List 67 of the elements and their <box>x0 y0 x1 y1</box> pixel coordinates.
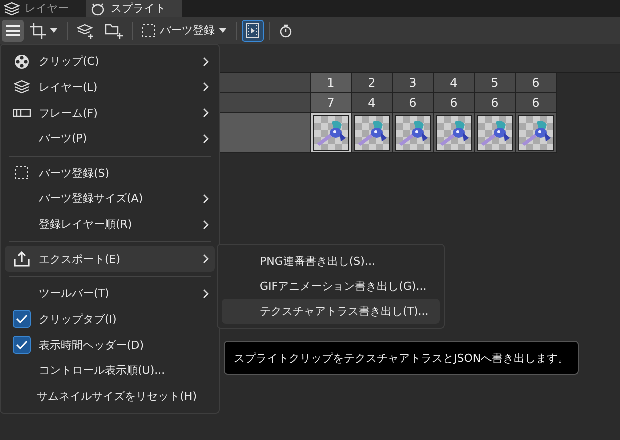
timer-icon <box>279 24 293 38</box>
chevron-icon <box>203 220 209 230</box>
menu-icon <box>6 24 20 36</box>
menu-item[interactable]: レイヤー(L) <box>5 74 215 100</box>
menu-item[interactable]: ツールバー(T) <box>5 280 215 307</box>
selection-icon <box>142 24 156 38</box>
frame-duration: 6 <box>516 93 557 113</box>
selection-icon <box>15 166 29 180</box>
frame-duration: 4 <box>352 93 393 113</box>
menu-item[interactable]: パーツ登録サイズ(A) <box>5 186 215 212</box>
menu-button[interactable] <box>2 20 24 42</box>
tooltip: スプライトクリップをテクスチャアトラスとJSONへ書き出します。 <box>224 341 580 375</box>
film-icon <box>246 22 260 38</box>
checkbox[interactable] <box>13 336 31 354</box>
add-layer-icon <box>77 22 95 38</box>
chevron-icon <box>203 82 209 92</box>
frame-number: 2 <box>352 73 393 93</box>
menu-item[interactable]: 登録レイヤー順(R) <box>5 212 215 238</box>
parts-button[interactable]: パーツ登録 <box>138 20 231 42</box>
frame-number: 5 <box>475 73 516 93</box>
crop-icon <box>30 22 46 38</box>
frame-thumbnail[interactable] <box>516 113 557 153</box>
menu-item[interactable]: クリップタブ(I) <box>5 306 215 332</box>
tab[interactable]: スプライト <box>86 0 182 17</box>
frame-number: 6 <box>516 73 557 93</box>
layers-icon <box>14 80 30 94</box>
checkmark-icon <box>16 314 28 324</box>
menu-item[interactable]: テクスチャアトラス書き出し(T)... <box>222 299 440 324</box>
frame-number: 3 <box>393 73 434 93</box>
upload-icon <box>14 251 30 268</box>
creature-icon <box>90 2 106 16</box>
frame-thumbnail[interactable] <box>475 113 516 153</box>
menu-item[interactable]: フレーム(F) <box>5 100 215 126</box>
chevron-icon <box>203 108 209 118</box>
chevron-icon <box>203 288 209 299</box>
menu-item[interactable]: 表示時間ヘッダー(D) <box>5 332 215 358</box>
chevron-icon <box>203 56 209 67</box>
frame-thumbnail[interactable] <box>434 113 475 153</box>
layers-icon <box>4 2 20 16</box>
frame-thumbnail[interactable] <box>352 113 393 153</box>
menu-item[interactable]: パーツ登録(S) <box>5 160 215 186</box>
menu-item[interactable]: エクスポート(E) <box>5 246 215 272</box>
menu-item[interactable]: PNG連番書き出し(S)... <box>222 249 440 274</box>
add-folder-icon <box>105 22 123 38</box>
chevron-icon <box>203 134 209 144</box>
frame-number: 4 <box>434 73 475 93</box>
menu-item[interactable]: パーツ(P) <box>5 126 215 152</box>
film-reel-icon <box>14 54 30 70</box>
frame-thumbnail[interactable] <box>393 113 434 153</box>
frame-number: 1 <box>311 73 352 93</box>
chevron-icon <box>203 194 209 204</box>
frame-duration: 6 <box>475 93 516 113</box>
chevron-icon <box>203 254 209 264</box>
checkbox[interactable] <box>13 310 31 328</box>
caret-icon <box>50 28 58 33</box>
frame-duration: 6 <box>393 93 434 113</box>
menu-item[interactable]: サムネイルサイズをリセット(H) <box>5 383 215 410</box>
frames-icon <box>13 109 31 118</box>
film-button[interactable] <box>242 20 264 42</box>
checkmark-icon <box>16 340 28 350</box>
caret-icon <box>219 28 227 33</box>
frame-duration: 7 <box>311 93 352 113</box>
tab[interactable]: レイヤー <box>0 0 86 17</box>
menu-item[interactable]: コントロール表示順(U)... <box>5 358 215 384</box>
frame-thumbnail[interactable] <box>311 113 352 153</box>
menu-item[interactable]: GIFアニメーション書き出し(G)... <box>222 274 440 299</box>
frame-duration: 6 <box>434 93 475 113</box>
